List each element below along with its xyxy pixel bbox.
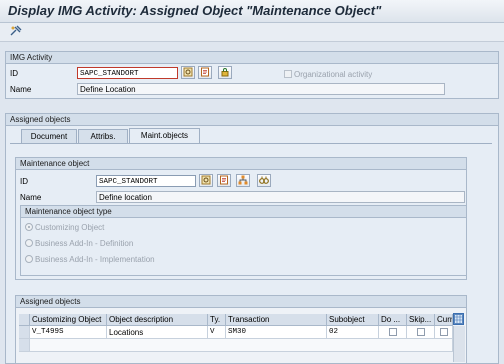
col-customizing-object[interactable]: Customizing Object (30, 314, 107, 326)
col-selector[interactable] (19, 314, 30, 326)
row-selector[interactable] (19, 326, 30, 339)
tab-document[interactable]: Document (21, 129, 77, 143)
skip-checkbox[interactable] (417, 328, 425, 336)
col-curr[interactable]: Curr... (435, 314, 453, 326)
col-skip[interactable]: Skip... (407, 314, 435, 326)
maint-object-type-heading: Maintenance object type (21, 206, 466, 218)
maint-name-field[interactable]: Define location (96, 191, 465, 203)
radio-badi-definition[interactable] (25, 239, 33, 247)
cell-skip (407, 326, 435, 339)
where-used-icon[interactable] (257, 174, 271, 187)
window-title: Display IMG Activity: Assigned Object "M… (8, 3, 382, 18)
display-maint-object-icon[interactable] (199, 174, 213, 187)
radio-badi-implementation[interactable] (25, 255, 33, 263)
assigned-objects-heading: Assigned objects (6, 114, 498, 126)
table-row (30, 339, 453, 352)
org-activity-checkbox[interactable] (284, 70, 292, 78)
img-activity-id-field[interactable]: SAPC_STANDORT (77, 67, 178, 79)
curr-checkbox[interactable] (440, 328, 448, 336)
org-activity-label: Organizational activity (294, 70, 373, 79)
display-object-icon[interactable] (181, 66, 195, 79)
tab-maint-objects[interactable]: Maint.objects (129, 128, 200, 143)
application-toolbar (0, 23, 504, 42)
cell-transaction: SM30 (226, 326, 327, 339)
img-activity-id-label: ID (10, 69, 18, 78)
radio-customizing-object[interactable] (25, 223, 33, 231)
img-activity-name-label: Name (10, 85, 32, 94)
maint-documentation-icon[interactable] (217, 174, 231, 187)
cell-object-description: Locations (107, 326, 208, 339)
maint-id-label: ID (20, 177, 28, 186)
col-object-description[interactable]: Object description (107, 314, 208, 326)
documentation-icon[interactable] (198, 66, 212, 79)
col-subobject[interactable]: Subobject (327, 314, 379, 326)
maint-name-label: Name (20, 193, 42, 202)
col-do[interactable]: Do ... (379, 314, 407, 326)
lock-icon[interactable] (218, 66, 232, 79)
col-type[interactable]: Ty. (208, 314, 226, 326)
img-activity-heading: IMG Activity (6, 52, 498, 64)
radio-badi-definition-label: Business Add-In - Definition (35, 239, 134, 248)
table-settings-icon[interactable] (453, 313, 464, 325)
maint-id-field[interactable]: SAPC_STANDORT (96, 175, 196, 187)
objects-table-heading: Assigned objects (16, 296, 466, 308)
cell-customizing-object: V_T499S (30, 326, 107, 339)
table-scrollbar[interactable] (453, 326, 465, 362)
do-checkbox[interactable] (389, 328, 397, 336)
cell-type: V (208, 326, 226, 339)
radio-customizing-object-label: Customizing Object (35, 223, 105, 232)
radio-badi-implementation-label: Business Add-In - Implementation (35, 255, 155, 264)
img-activity-name-field[interactable]: Define Location (77, 83, 445, 95)
row-selector[interactable] (19, 339, 30, 352)
tab-attribs[interactable]: Attribs. (78, 129, 128, 143)
cell-do (379, 326, 407, 339)
cell-curr (435, 326, 453, 339)
cell-subobject: 02 (327, 326, 379, 339)
maintenance-object-heading: Maintenance object (16, 158, 466, 170)
other-object-icon[interactable] (9, 25, 23, 38)
hierarchy-icon[interactable] (236, 174, 250, 187)
title-bar: Display IMG Activity: Assigned Object "M… (0, 0, 504, 23)
col-transaction[interactable]: Transaction (226, 314, 327, 326)
